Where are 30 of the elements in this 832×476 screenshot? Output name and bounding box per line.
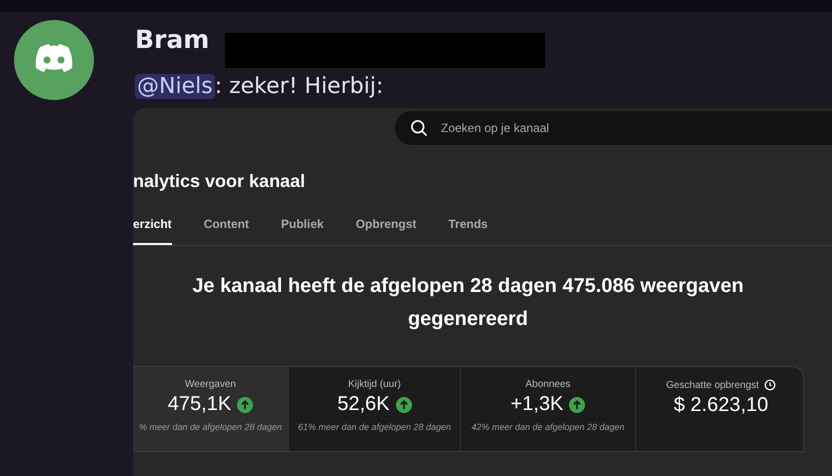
tab[interactable]: Opbrengst xyxy=(340,217,432,245)
metric-card[interactable]: Weergaven 475,1K % meer dan de afgelopen 28 dagen xyxy=(133,367,289,451)
metric-label: Geschatte opbrengst xyxy=(666,380,759,390)
tab[interactable]: Trends xyxy=(432,217,504,245)
search-field[interactable]: Zoeken op je kanaal xyxy=(395,111,832,145)
metric-card[interactable]: Abonnees +1,3K 42% meer dan de afgelopen 28 dagen xyxy=(461,367,636,451)
metric-value: 52,6K xyxy=(337,393,390,416)
metric-card[interactable]: Kijktijd (uur) 52,6K 61% meer dan de afgelopen 28 dagen xyxy=(289,367,461,451)
metric-value: 475,1K xyxy=(168,393,232,416)
metric-card[interactable]: Geschatte opbrengst $ 2.623,10 xyxy=(636,367,803,451)
comparison-text: 61% meer dan de afgelopen 28 dagen xyxy=(298,422,452,432)
tab[interactable]: erzicht xyxy=(133,217,172,245)
headline: Je kanaal heeft de afgelopen 28 dagen 475.086 weergaven gegenereerd xyxy=(191,274,745,332)
user-mention[interactable]: @Niels xyxy=(135,74,215,98)
message-text: : zeker! Hierbij: xyxy=(214,74,384,98)
comparison-text: 42% meer dan de afgelopen 28 dagen xyxy=(471,422,625,432)
page-title: nalytics voor kanaal xyxy=(133,171,306,193)
search-icon xyxy=(409,118,429,138)
author-name[interactable]: Bram xyxy=(135,25,210,55)
avatar-icon[interactable] xyxy=(14,20,94,100)
search-placeholder: Zoeken op je kanaal xyxy=(441,121,550,135)
metric-label: Kijktijd (uur) xyxy=(348,379,401,390)
metric-value: $ 2.623,10 xyxy=(674,394,768,417)
metric-value: +1,3K xyxy=(510,393,564,416)
tab[interactable]: Content xyxy=(188,217,266,245)
metric-label: Weergaven xyxy=(185,379,236,390)
metric-label: Abonnees xyxy=(525,379,571,390)
comparison-text: % meer dan de afgelopen 28 dagen xyxy=(138,422,282,432)
clock-icon xyxy=(764,379,776,391)
tab[interactable]: Publiek xyxy=(265,217,340,245)
